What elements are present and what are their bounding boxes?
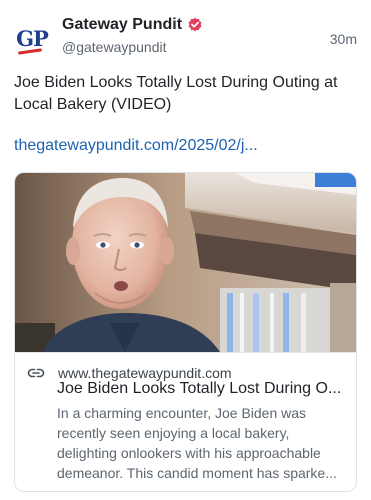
link-preview-body[interactable]: www.thegatewaypundit.com Joe Biden Looks…: [15, 352, 356, 491]
link-domain: www.thegatewaypundit.com: [58, 365, 232, 381]
verified-badge-icon: [187, 17, 203, 33]
post-link[interactable]: thegatewaypundit.com/2025/02/j...: [14, 137, 258, 155]
post-text: Joe Biden Looks Totally Lost During Outi…: [14, 74, 338, 113]
link-icon: [27, 364, 45, 382]
avatar[interactable]: GP: [14, 20, 50, 56]
link-preview-image[interactable]: [15, 173, 356, 352]
link-title[interactable]: Joe Biden Looks Totally Lost During O...: [57, 380, 349, 398]
avatar-logo-text: GP: [16, 25, 49, 51]
post-card[interactable]: GP Gateway Pundit @gatewaypundit 30m Joe…: [0, 0, 371, 500]
post-header: GP Gateway Pundit @gatewaypundit 30m: [14, 14, 357, 62]
link-preview-card[interactable]: www.thegatewaypundit.com Joe Biden Looks…: [14, 172, 357, 492]
handle[interactable]: @gatewaypundit: [62, 39, 167, 55]
display-name[interactable]: Gateway Pundit: [62, 16, 182, 34]
link-description: In a charming encounter, Joe Biden was r…: [57, 405, 337, 481]
name-row: Gateway Pundit: [62, 16, 203, 34]
timestamp[interactable]: 30m: [330, 31, 357, 47]
